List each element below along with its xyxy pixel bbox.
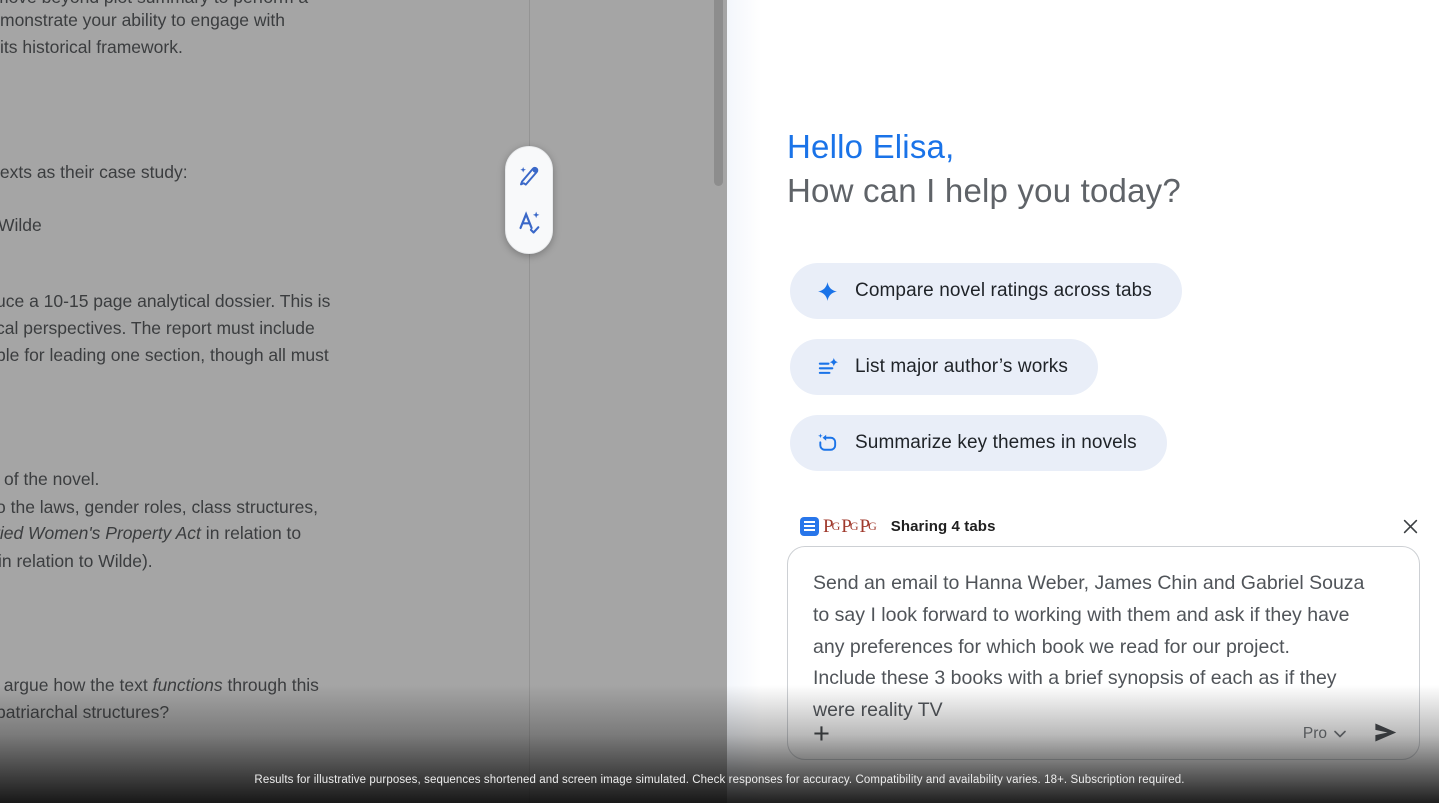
document-line: Wilde [0, 212, 42, 239]
composer-toolbar: + Pro [813, 717, 1401, 751]
document-line: ; argue how the text functions through t… [0, 672, 319, 699]
list-sparkle-icon [815, 355, 839, 379]
refresh-sparkle-icon [815, 431, 839, 455]
document-line: ble for leading one section, though all … [0, 342, 329, 369]
prompt-line: to say I look forward to working with th… [813, 600, 1399, 632]
document-line: o the laws, gender roles, class structur… [0, 494, 318, 521]
prompt-line: any preferences for which book we read f… [813, 632, 1399, 664]
chevron-down-icon [1334, 725, 1346, 743]
document-line: uce a 10-15 page analytical dossier. Thi… [0, 288, 330, 315]
close-icon[interactable] [1398, 514, 1422, 538]
suggestion-chip-compare-ratings[interactable]: Compare novel ratings across tabs [790, 263, 1182, 319]
document-line: texts as their case study: [0, 159, 188, 186]
screen: move beyond plot summary to perform amon… [0, 0, 1439, 803]
document-line: cal perspectives. The report must includ… [0, 315, 315, 342]
help-me-write-button[interactable] [512, 160, 546, 194]
prompt-composer[interactable]: Send an email to Hanna Weber, James Chin… [787, 546, 1420, 760]
scrollbar-thumb[interactable] [714, 0, 723, 186]
send-icon [1372, 719, 1399, 749]
greeting-name: Hello Elisa, [787, 125, 1181, 169]
greeting-question: How can I help you today? [787, 169, 1181, 213]
disclaimer-text: Results for illustrative purposes, seque… [0, 774, 1439, 786]
google-docs-favicon [800, 517, 819, 536]
model-selector-label: Pro [1303, 725, 1327, 743]
suggestion-chip-list-works[interactable]: List major author’s works [790, 339, 1098, 395]
document-line: monstrate your ability to engage with [0, 7, 285, 34]
document-line: patriarchal structures? [0, 699, 169, 726]
document-preview: move beyond plot summary to perform amon… [0, 0, 727, 803]
proofread-button[interactable] [512, 206, 546, 240]
gutenberg-favicon: PG [823, 517, 840, 536]
prompt-input[interactable]: Send an email to Hanna Weber, James Chin… [788, 547, 1419, 727]
help-me-write-icon [516, 162, 542, 191]
gemini-panel: Hello Elisa, How can I help you today? C… [727, 0, 1439, 803]
suggestion-chip-summarize-themes[interactable]: Summarize key themes in novels [790, 415, 1167, 471]
proofread-icon [516, 209, 542, 238]
document-line: of the novel. [4, 466, 99, 493]
sharing-label: Sharing 4 tabs [891, 518, 996, 535]
add-attachment-button[interactable]: + [813, 719, 830, 749]
greeting: Hello Elisa, How can I help you today? [787, 125, 1181, 213]
model-selector[interactable]: Pro [1303, 725, 1346, 743]
suggestion-chip-label: List major author’s works [855, 356, 1068, 378]
page-edge-divider [529, 0, 530, 803]
gutenberg-favicon: PG [841, 517, 858, 536]
suggestion-chip-label: Summarize key themes in novels [855, 432, 1137, 454]
suggestion-chip-label: Compare novel ratings across tabs [855, 280, 1152, 302]
document-line: its historical framework. [0, 34, 183, 61]
suggestion-chips: Compare novel ratings across tabs List m… [790, 263, 1182, 471]
prompt-line: Include these 3 books with a brief synop… [813, 663, 1399, 695]
prompt-line: Send an email to Hanna Weber, James Chin… [813, 568, 1399, 600]
send-button[interactable] [1370, 717, 1401, 751]
document-line: in relation to Wilde). [0, 548, 153, 575]
sparkle-icon [815, 279, 839, 303]
document-line: ried Women's Property Act in relation to [0, 520, 301, 547]
sharing-context-bar: PG PG PG Sharing 4 tabs [800, 511, 1422, 541]
gutenberg-favicon: PG [860, 517, 877, 536]
writing-tools-toolbar [505, 146, 553, 254]
